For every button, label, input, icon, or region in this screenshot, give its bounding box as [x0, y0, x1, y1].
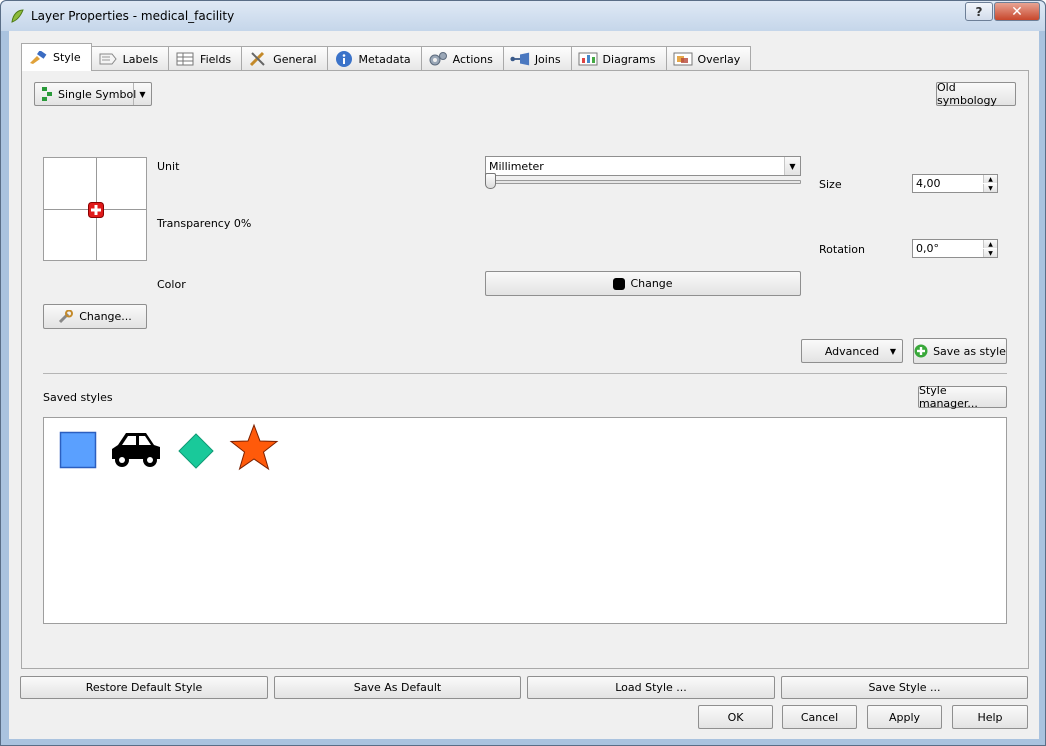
tab-label: Fields: [200, 52, 232, 66]
advanced-label: Advanced: [824, 344, 880, 358]
color-change-label: Change: [630, 277, 673, 290]
tab-overlay[interactable]: Overlay: [665, 46, 752, 71]
title-bar: Layer Properties - medical_facility ? ✕: [1, 1, 1045, 31]
chevron-down-icon: ▼: [784, 157, 800, 175]
renderer-type-value: Single Symbol: [58, 87, 137, 101]
tab-labels[interactable]: Labels: [90, 46, 170, 71]
wrench-icon: [59, 309, 74, 323]
tab-label: Overlay: [697, 52, 741, 66]
color-change-button[interactable]: Change: [485, 271, 801, 296]
window-title: Layer Properties - medical_facility: [31, 9, 235, 23]
ok-button[interactable]: OK: [698, 705, 773, 729]
help-button[interactable]: Help: [952, 705, 1028, 729]
style-manager-button[interactable]: Style manager...: [918, 384, 1007, 410]
qgis-app-icon: [11, 9, 24, 23]
title-help-button[interactable]: ?: [965, 2, 993, 21]
tab-general[interactable]: General: [241, 46, 328, 71]
transparency-slider-handle[interactable]: [485, 173, 496, 189]
saved-styles-list[interactable]: [43, 417, 1007, 624]
chevron-down-icon: ▼: [889, 346, 896, 356]
transparency-slider-track[interactable]: [485, 180, 801, 184]
rotation-spinbox[interactable]: 0,0° ▲ ▼: [912, 239, 998, 258]
change-symbol-label: Change...: [79, 310, 132, 323]
tab-metadata[interactable]: Metadata: [326, 46, 422, 71]
spin-down-icon[interactable]: ▼: [983, 249, 997, 257]
tab-joins[interactable]: Joins: [502, 46, 572, 71]
color-swatch: [613, 277, 626, 290]
renderer-type-dropdown[interactable]: Single Symbol ▼: [34, 82, 152, 106]
change-symbol-button[interactable]: Change...: [43, 304, 147, 329]
layer-properties-window: Layer Properties - medical_facility ? ✕ …: [0, 0, 1046, 746]
join-icon: [510, 51, 530, 67]
tab-label: Labels: [122, 52, 159, 66]
add-icon: [914, 344, 928, 358]
old-symbology-button[interactable]: Old symbology: [936, 81, 1016, 107]
symbol-preview: [43, 157, 147, 261]
spin-up-icon[interactable]: ▲: [983, 240, 997, 248]
table-icon: [175, 51, 195, 67]
rotation-label: Rotation: [819, 243, 866, 256]
single-symbol-icon: [42, 87, 52, 101]
gears-icon: [428, 51, 448, 67]
apply-button[interactable]: Apply: [867, 705, 942, 729]
unit-label: Unit: [157, 160, 180, 173]
saved-style-blue-square[interactable]: [59, 431, 97, 469]
rotation-value: 0,0°: [916, 242, 939, 255]
load-style-button[interactable]: Load Style ...: [527, 676, 775, 699]
restore-default-style-button[interactable]: Restore Default Style: [20, 676, 268, 699]
unit-value: Millimeter: [489, 159, 544, 173]
brush-icon: [28, 50, 48, 66]
tab-label: Actions: [452, 52, 493, 66]
tab-label: General: [273, 52, 317, 66]
saved-style-green-diamond[interactable]: [177, 432, 215, 470]
labels-icon: [98, 51, 118, 67]
transparency-label: Transparency 0%: [157, 217, 252, 230]
saved-style-orange-star[interactable]: [229, 423, 279, 473]
info-icon: [334, 51, 354, 67]
tab-bar: Style Labels Fields General Metadata Act…: [21, 43, 752, 71]
cancel-button[interactable]: Cancel: [782, 705, 857, 729]
color-label: Color: [157, 278, 186, 291]
title-close-button[interactable]: ✕: [994, 2, 1040, 21]
save-style-button[interactable]: Save Style ...: [781, 676, 1028, 699]
save-as-default-button[interactable]: Save As Default: [274, 676, 521, 699]
tab-style[interactable]: Style: [21, 43, 92, 71]
tab-label: Diagrams: [602, 52, 656, 66]
tab-diagrams[interactable]: Diagrams: [570, 46, 667, 71]
size-spinbox[interactable]: 4,00 ▲ ▼: [912, 174, 998, 193]
tab-actions[interactable]: Actions: [420, 46, 504, 71]
medical-cross-symbol-icon: [88, 202, 104, 218]
tab-label: Metadata: [358, 52, 411, 66]
tab-label: Joins: [534, 52, 561, 66]
dialog-client: Style Labels Fields General Metadata Act…: [9, 31, 1039, 739]
size-label: Size: [819, 178, 842, 191]
save-as-style-button[interactable]: Save as style: [913, 338, 1007, 364]
spin-up-icon[interactable]: ▲: [983, 175, 997, 183]
style-tab-panel: Single Symbol ▼ Old symbology Unit Milli…: [21, 70, 1029, 669]
unit-dropdown[interactable]: Millimeter ▼: [485, 156, 801, 176]
section-divider: [43, 373, 1007, 374]
saved-style-car[interactable]: [110, 429, 162, 469]
spin-down-icon[interactable]: ▼: [983, 184, 997, 192]
size-value: 4,00: [916, 177, 941, 190]
tab-fields[interactable]: Fields: [168, 46, 243, 71]
save-as-style-label: Save as style: [933, 344, 1006, 358]
advanced-dropdown-button[interactable]: Advanced ▼: [801, 339, 903, 363]
overlay-icon: [673, 51, 693, 67]
saved-styles-label: Saved styles: [43, 391, 113, 404]
tools-icon: [248, 51, 268, 67]
chevron-down-icon: ▼: [133, 83, 151, 105]
tab-label: Style: [53, 51, 81, 64]
diagram-icon: [578, 51, 598, 67]
